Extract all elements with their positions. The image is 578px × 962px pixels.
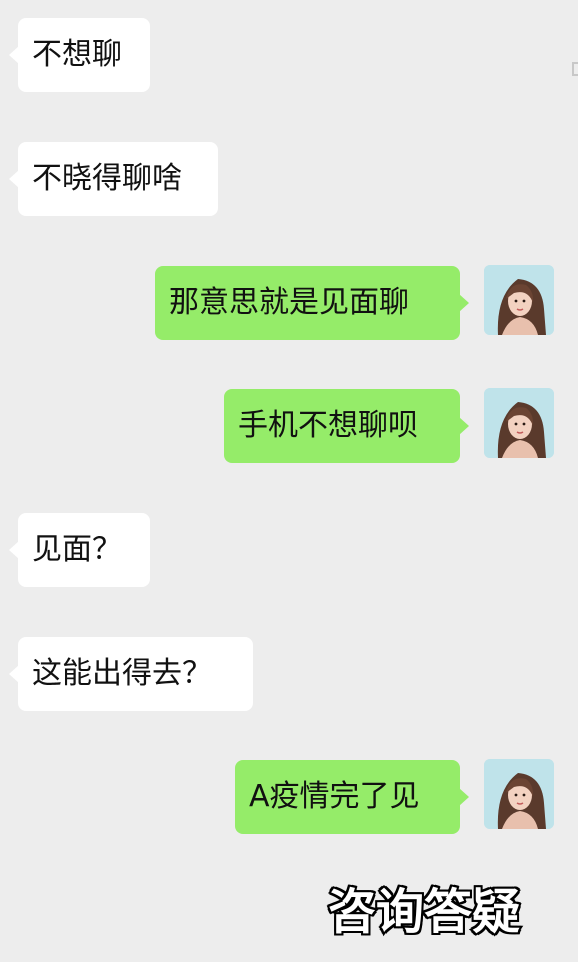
incoming-message[interactable]: 这能出得去？ <box>9 637 253 711</box>
message-text: 手机不想聊呗 <box>238 408 418 443</box>
message-text: 那意思就是见面聊 <box>169 285 409 320</box>
message-text: A疫情完了见 <box>249 779 420 814</box>
message-text: 这能出得去？ <box>32 656 212 691</box>
avatar-woman-icon[interactable] <box>484 759 554 829</box>
message-text: 不想聊 <box>32 37 122 72</box>
scroll-edge-marker <box>572 62 578 76</box>
message-text: 见面？ <box>32 532 122 567</box>
incoming-message[interactable]: 不想聊 <box>9 18 150 92</box>
outgoing-message[interactable]: A疫情完了见 <box>235 760 469 834</box>
overlay-caption: 咨询答疑 <box>326 882 522 942</box>
incoming-message[interactable]: 见面？ <box>9 513 150 587</box>
message-text: 不晓得聊啥 <box>32 161 182 196</box>
avatar-woman-icon[interactable] <box>484 265 554 335</box>
incoming-message[interactable]: 不晓得聊啥 <box>9 142 218 216</box>
outgoing-message[interactable]: 那意思就是见面聊 <box>155 266 469 340</box>
avatar-woman-icon[interactable] <box>484 388 554 458</box>
outgoing-message[interactable]: 手机不想聊呗 <box>224 389 469 463</box>
